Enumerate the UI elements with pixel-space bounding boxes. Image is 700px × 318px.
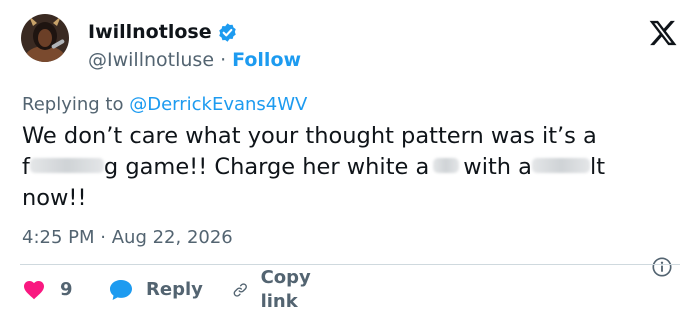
speech-bubble-icon bbox=[110, 280, 132, 300]
reply-mention-link[interactable]: @DerrickEvans4WV bbox=[129, 94, 307, 115]
tweet-timestamp[interactable]: 4:25 PM · Aug 22, 2026 bbox=[22, 226, 233, 250]
display-name[interactable]: Iwillnotlose bbox=[88, 20, 212, 44]
link-icon bbox=[233, 283, 247, 297]
handle-separator: · bbox=[220, 49, 227, 71]
handle-line: @Iwillnotluse · Follow bbox=[88, 48, 301, 72]
censor-blur bbox=[29, 158, 104, 173]
x-logo-icon[interactable] bbox=[648, 18, 678, 48]
like-count: 9 bbox=[60, 279, 73, 300]
timestamp-separator: · bbox=[100, 227, 106, 248]
heart-icon bbox=[24, 281, 44, 300]
avatar[interactable] bbox=[21, 14, 69, 62]
copy-link-label: Copy link bbox=[260, 267, 311, 312]
tweet-line-3: now!! bbox=[22, 185, 87, 211]
tweet-segment-1: f bbox=[22, 154, 30, 180]
tweet-segment-2: g game!! Charge her white a bbox=[103, 154, 430, 180]
reply-label: Reply bbox=[146, 279, 203, 300]
copy-link-button[interactable]: Copy link bbox=[232, 267, 320, 312]
censor-blur bbox=[433, 158, 460, 173]
info-icon[interactable] bbox=[651, 256, 673, 278]
divider bbox=[20, 264, 680, 265]
user-handle[interactable]: @Iwillnotluse bbox=[88, 49, 214, 71]
like-button[interactable]: 9 bbox=[22, 277, 73, 303]
tweet-date: Aug 22, 2026 bbox=[111, 227, 233, 248]
tweet-time: 4:25 PM bbox=[22, 227, 95, 248]
reply-context: Replying to @DerrickEvans4WV bbox=[22, 93, 307, 117]
censor-blur bbox=[531, 158, 590, 173]
verified-badge-icon bbox=[219, 23, 236, 42]
tweet-line-1: We don’t care what your thought pattern … bbox=[22, 123, 597, 149]
reply-context-prefix: Replying to bbox=[22, 94, 124, 115]
follow-button[interactable]: Follow bbox=[232, 49, 301, 71]
tweet-text: We don’t care what your thought pattern … bbox=[22, 121, 687, 214]
tweet-segment-4: lt bbox=[589, 154, 606, 180]
tweet-segment-3: with a bbox=[463, 154, 532, 180]
reply-button[interactable]: Reply bbox=[108, 277, 203, 303]
